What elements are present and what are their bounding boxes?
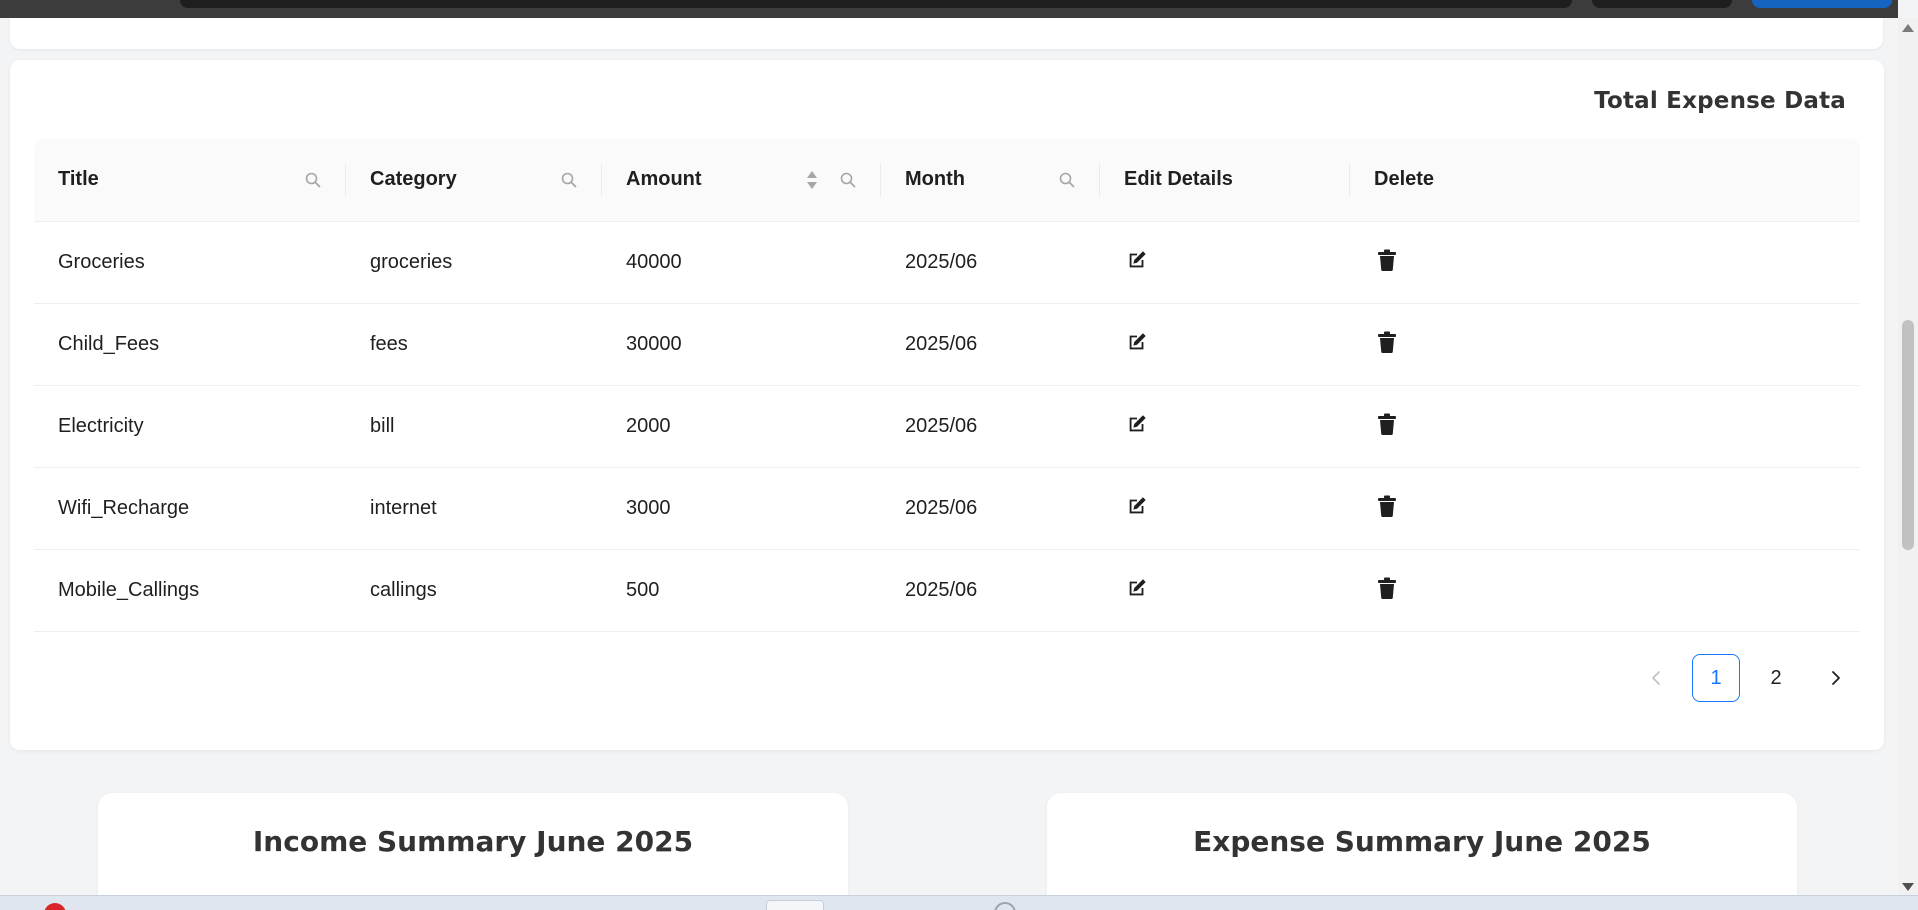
cell-delete (1350, 303, 1860, 385)
cell-amount: 2000 (626, 414, 671, 437)
trash-icon[interactable] (1374, 411, 1400, 437)
cell-amount: 3000 (626, 496, 671, 519)
income-summary-card: Income Summary June 2025 (98, 793, 848, 910)
column-header-edit: Edit Details (1100, 139, 1350, 221)
cell-edit (1100, 303, 1350, 385)
column-header-amount: Amount (602, 139, 881, 221)
column-header-category: Category (346, 139, 602, 221)
column-header-delete: Delete (1350, 139, 1860, 221)
column-label: Delete (1374, 168, 1435, 191)
cell-edit (1100, 385, 1350, 467)
cell-amount: 40000 (626, 250, 682, 273)
cell-amount: 500 (626, 578, 660, 601)
trash-icon[interactable] (1374, 493, 1400, 519)
expense-table: Title Category Amount Month Edit Details… (34, 139, 1860, 632)
column-label: Title (58, 168, 99, 191)
top-primary-button[interactable] (1752, 0, 1892, 8)
cell-category: groceries (370, 250, 453, 273)
page-button-2[interactable]: 2 (1752, 654, 1800, 702)
sort-icon[interactable] (799, 167, 825, 193)
vertical-scrollbar[interactable] (1898, 18, 1918, 895)
cell-month: 2025/06 (905, 496, 978, 519)
top-secondary-button[interactable] (1592, 0, 1732, 8)
header-card (10, 18, 1883, 49)
chevron-left-icon[interactable] (1632, 654, 1680, 702)
column-header-month: Month (881, 139, 1100, 221)
cell-title: Electricity (58, 414, 144, 437)
app-icon[interactable] (44, 903, 66, 910)
cell-month: 2025/06 (905, 332, 978, 355)
search-icon[interactable] (835, 167, 861, 193)
cell-edit (1100, 549, 1350, 631)
cell-title: Child_Fees (58, 332, 160, 355)
search-icon[interactable] (300, 167, 326, 193)
pagination: 1 2 (1632, 654, 1860, 702)
cell-delete (1350, 467, 1860, 549)
cell-delete (1350, 549, 1860, 631)
cell-category: internet (370, 496, 437, 519)
cell-month: 2025/06 (905, 250, 978, 273)
cell-amount: 30000 (626, 332, 682, 355)
cell-edit (1100, 221, 1350, 303)
edit-icon[interactable] (1124, 493, 1150, 519)
search-icon[interactable] (556, 167, 582, 193)
cell-title: Groceries (58, 250, 145, 273)
edit-icon[interactable] (1124, 247, 1150, 273)
expense-summary-title: Expense Summary June 2025 (1193, 825, 1651, 858)
cell-category: callings (370, 578, 437, 601)
chevron-right-icon[interactable] (1812, 654, 1860, 702)
cell-month: 2025/06 (905, 414, 978, 437)
expense-summary-card: Expense Summary June 2025 (1047, 793, 1797, 910)
income-summary-title: Income Summary June 2025 (252, 825, 694, 858)
taskbar-window[interactable] (766, 900, 824, 910)
scroll-up-arrow-icon[interactable] (1902, 24, 1914, 32)
cell-delete (1350, 385, 1860, 467)
column-header-title: Title (34, 139, 346, 221)
cell-edit (1100, 467, 1350, 549)
cell-month: 2025/06 (905, 578, 978, 601)
table-header-row: Title Category Amount Month Edit Details… (34, 139, 1860, 221)
taskbar-circle-icon[interactable] (994, 902, 1016, 910)
cell-title: Mobile_Callings (58, 578, 200, 601)
cell-category: fees (370, 332, 408, 355)
cell-title: Wifi_Recharge (58, 496, 190, 519)
trash-icon[interactable] (1374, 247, 1400, 273)
column-label: Amount (626, 168, 702, 191)
taskbar (0, 895, 1918, 910)
table-row: Electricity bill 2000 2025/06 (34, 385, 1860, 467)
edit-icon[interactable] (1124, 329, 1150, 355)
table-row: Groceries groceries 40000 2025/06 (34, 221, 1860, 303)
trash-icon[interactable] (1374, 329, 1400, 355)
table-row: Child_Fees fees 30000 2025/06 (34, 303, 1860, 385)
app-viewport: Total Expense Data Title Category Amount… (0, 0, 1918, 910)
column-label: Category (370, 168, 457, 191)
cell-category: bill (370, 414, 395, 437)
column-label: Month (905, 168, 965, 191)
expense-data-card: Total Expense Data Title Category Amount… (10, 60, 1884, 750)
page-button-1[interactable]: 1 (1692, 654, 1740, 702)
column-label: Edit Details (1124, 168, 1233, 191)
edit-icon[interactable] (1124, 411, 1150, 437)
scrollbar-thumb[interactable] (1902, 320, 1914, 550)
search-icon[interactable] (1054, 167, 1080, 193)
scroll-down-arrow-icon[interactable] (1902, 883, 1914, 891)
table-row: Mobile_Callings callings 500 2025/06 (34, 549, 1860, 631)
edit-icon[interactable] (1124, 575, 1150, 601)
top-search-bar[interactable] (180, 0, 1572, 8)
card-title: Total Expense Data (1594, 88, 1846, 114)
trash-icon[interactable] (1374, 575, 1400, 601)
table-row: Wifi_Recharge internet 3000 2025/06 (34, 467, 1860, 549)
cell-delete (1350, 221, 1860, 303)
